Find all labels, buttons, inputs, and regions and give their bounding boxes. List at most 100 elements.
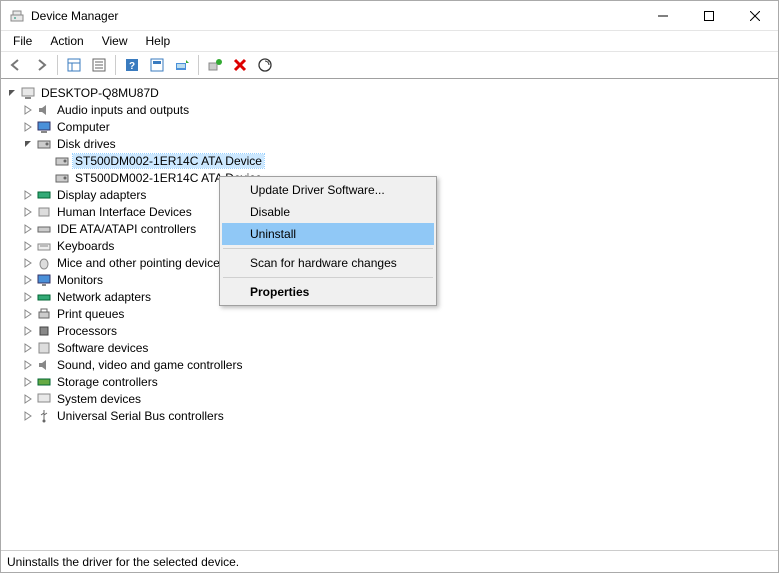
sound-icon — [36, 357, 52, 373]
forward-button[interactable] — [30, 54, 52, 76]
disk-icon — [36, 136, 52, 152]
context-disable[interactable]: Disable — [222, 201, 434, 223]
storage-icon — [36, 374, 52, 390]
software-icon — [36, 340, 52, 356]
close-button[interactable] — [732, 1, 778, 31]
tree-item-processors[interactable]: Processors — [1, 322, 778, 339]
tree-item-storage[interactable]: Storage controllers — [1, 373, 778, 390]
expand-icon[interactable] — [21, 375, 35, 389]
properties-button[interactable] — [88, 54, 110, 76]
tree-label: Processors — [55, 324, 119, 338]
expand-icon[interactable] — [21, 273, 35, 287]
tree-label: Universal Serial Bus controllers — [55, 409, 226, 423]
collapse-icon[interactable] — [5, 86, 19, 100]
help-button[interactable]: ? — [121, 54, 143, 76]
tree-item-software[interactable]: Software devices — [1, 339, 778, 356]
tree-item-usb[interactable]: Universal Serial Bus controllers — [1, 407, 778, 424]
tree-item-computer[interactable]: Computer — [1, 118, 778, 135]
tree-label: Computer — [55, 120, 112, 134]
enable-button[interactable] — [204, 54, 226, 76]
hid-icon — [36, 204, 52, 220]
expand-icon[interactable] — [21, 358, 35, 372]
toolbar-separator — [198, 55, 199, 75]
expand-spacer — [39, 154, 53, 168]
tree-root[interactable]: DESKTOP-Q8MU87D — [1, 84, 778, 101]
keyboard-icon — [36, 238, 52, 254]
scan-hardware-button[interactable] — [254, 54, 276, 76]
tree-label: Human Interface Devices — [55, 205, 194, 219]
tree-label: Disk drives — [55, 137, 118, 151]
tree-label: Print queues — [55, 307, 126, 321]
context-scan[interactable]: Scan for hardware changes — [222, 252, 434, 274]
tree-label: DESKTOP-Q8MU87D — [39, 86, 161, 100]
expand-icon[interactable] — [21, 120, 35, 134]
monitor-icon — [36, 119, 52, 135]
ide-icon — [36, 221, 52, 237]
context-separator — [223, 277, 433, 278]
expand-icon[interactable] — [21, 239, 35, 253]
context-uninstall[interactable]: Uninstall — [222, 223, 434, 245]
toolbar-separator — [115, 55, 116, 75]
tree-item-system[interactable]: System devices — [1, 390, 778, 407]
menu-help[interactable]: Help — [138, 33, 179, 49]
printer-icon — [36, 306, 52, 322]
uninstall-button[interactable] — [229, 54, 251, 76]
tree-item-disk1[interactable]: ST500DM002-1ER14C ATA Device — [1, 152, 778, 169]
expand-icon[interactable] — [21, 409, 35, 423]
minimize-button[interactable] — [640, 1, 686, 31]
context-update-driver[interactable]: Update Driver Software... — [222, 179, 434, 201]
tree-label: Audio inputs and outputs — [55, 103, 191, 117]
tree-item-diskdrives[interactable]: Disk drives — [1, 135, 778, 152]
tree-label: Storage controllers — [55, 375, 160, 389]
menu-view[interactable]: View — [94, 33, 136, 49]
expand-icon[interactable] — [21, 290, 35, 304]
collapse-icon[interactable] — [21, 137, 35, 151]
computer-icon — [20, 85, 36, 101]
network-icon — [36, 289, 52, 305]
update-driver-button[interactable] — [171, 54, 193, 76]
show-hide-tree-button[interactable] — [63, 54, 85, 76]
expand-icon[interactable] — [21, 392, 35, 406]
context-properties[interactable]: Properties — [222, 281, 434, 303]
mouse-icon — [36, 255, 52, 271]
expand-icon[interactable] — [21, 222, 35, 236]
window-title: Device Manager — [31, 9, 640, 23]
monitor-icon — [36, 272, 52, 288]
tree-item-audio[interactable]: Audio inputs and outputs — [1, 101, 778, 118]
context-separator — [223, 248, 433, 249]
menubar: File Action View Help — [1, 31, 778, 51]
expand-icon[interactable] — [21, 188, 35, 202]
menu-action[interactable]: Action — [42, 33, 91, 49]
tree-label: Mice and other pointing devices — [55, 256, 228, 270]
maximize-button[interactable] — [686, 1, 732, 31]
tree-item-sound[interactable]: Sound, video and game controllers — [1, 356, 778, 373]
action-button[interactable] — [146, 54, 168, 76]
tree-label: ST500DM002-1ER14C ATA Device — [73, 154, 264, 168]
disk-icon — [54, 170, 70, 186]
expand-spacer — [39, 171, 53, 185]
device-tree[interactable]: DESKTOP-Q8MU87D Audio inputs and outputs… — [1, 79, 778, 550]
expand-icon[interactable] — [21, 205, 35, 219]
expand-icon[interactable] — [21, 256, 35, 270]
tree-label: Display adapters — [55, 188, 148, 202]
tree-label: System devices — [55, 392, 143, 406]
disk-icon — [54, 153, 70, 169]
svg-text:?: ? — [129, 61, 135, 72]
context-menu: Update Driver Software... Disable Uninst… — [219, 176, 437, 306]
tree-label: Keyboards — [55, 239, 116, 253]
app-icon — [9, 8, 25, 24]
system-icon — [36, 391, 52, 407]
tree-label: Monitors — [55, 273, 105, 287]
tree-label: Sound, video and game controllers — [55, 358, 244, 372]
menu-file[interactable]: File — [5, 33, 40, 49]
tree-label: IDE ATA/ATAPI controllers — [55, 222, 198, 236]
expand-icon[interactable] — [21, 307, 35, 321]
back-button[interactable] — [5, 54, 27, 76]
tree-item-printqueues[interactable]: Print queues — [1, 305, 778, 322]
display-icon — [36, 187, 52, 203]
tree-label: Software devices — [55, 341, 150, 355]
expand-icon[interactable] — [21, 324, 35, 338]
expand-icon[interactable] — [21, 103, 35, 117]
titlebar: Device Manager — [1, 1, 778, 31]
expand-icon[interactable] — [21, 341, 35, 355]
